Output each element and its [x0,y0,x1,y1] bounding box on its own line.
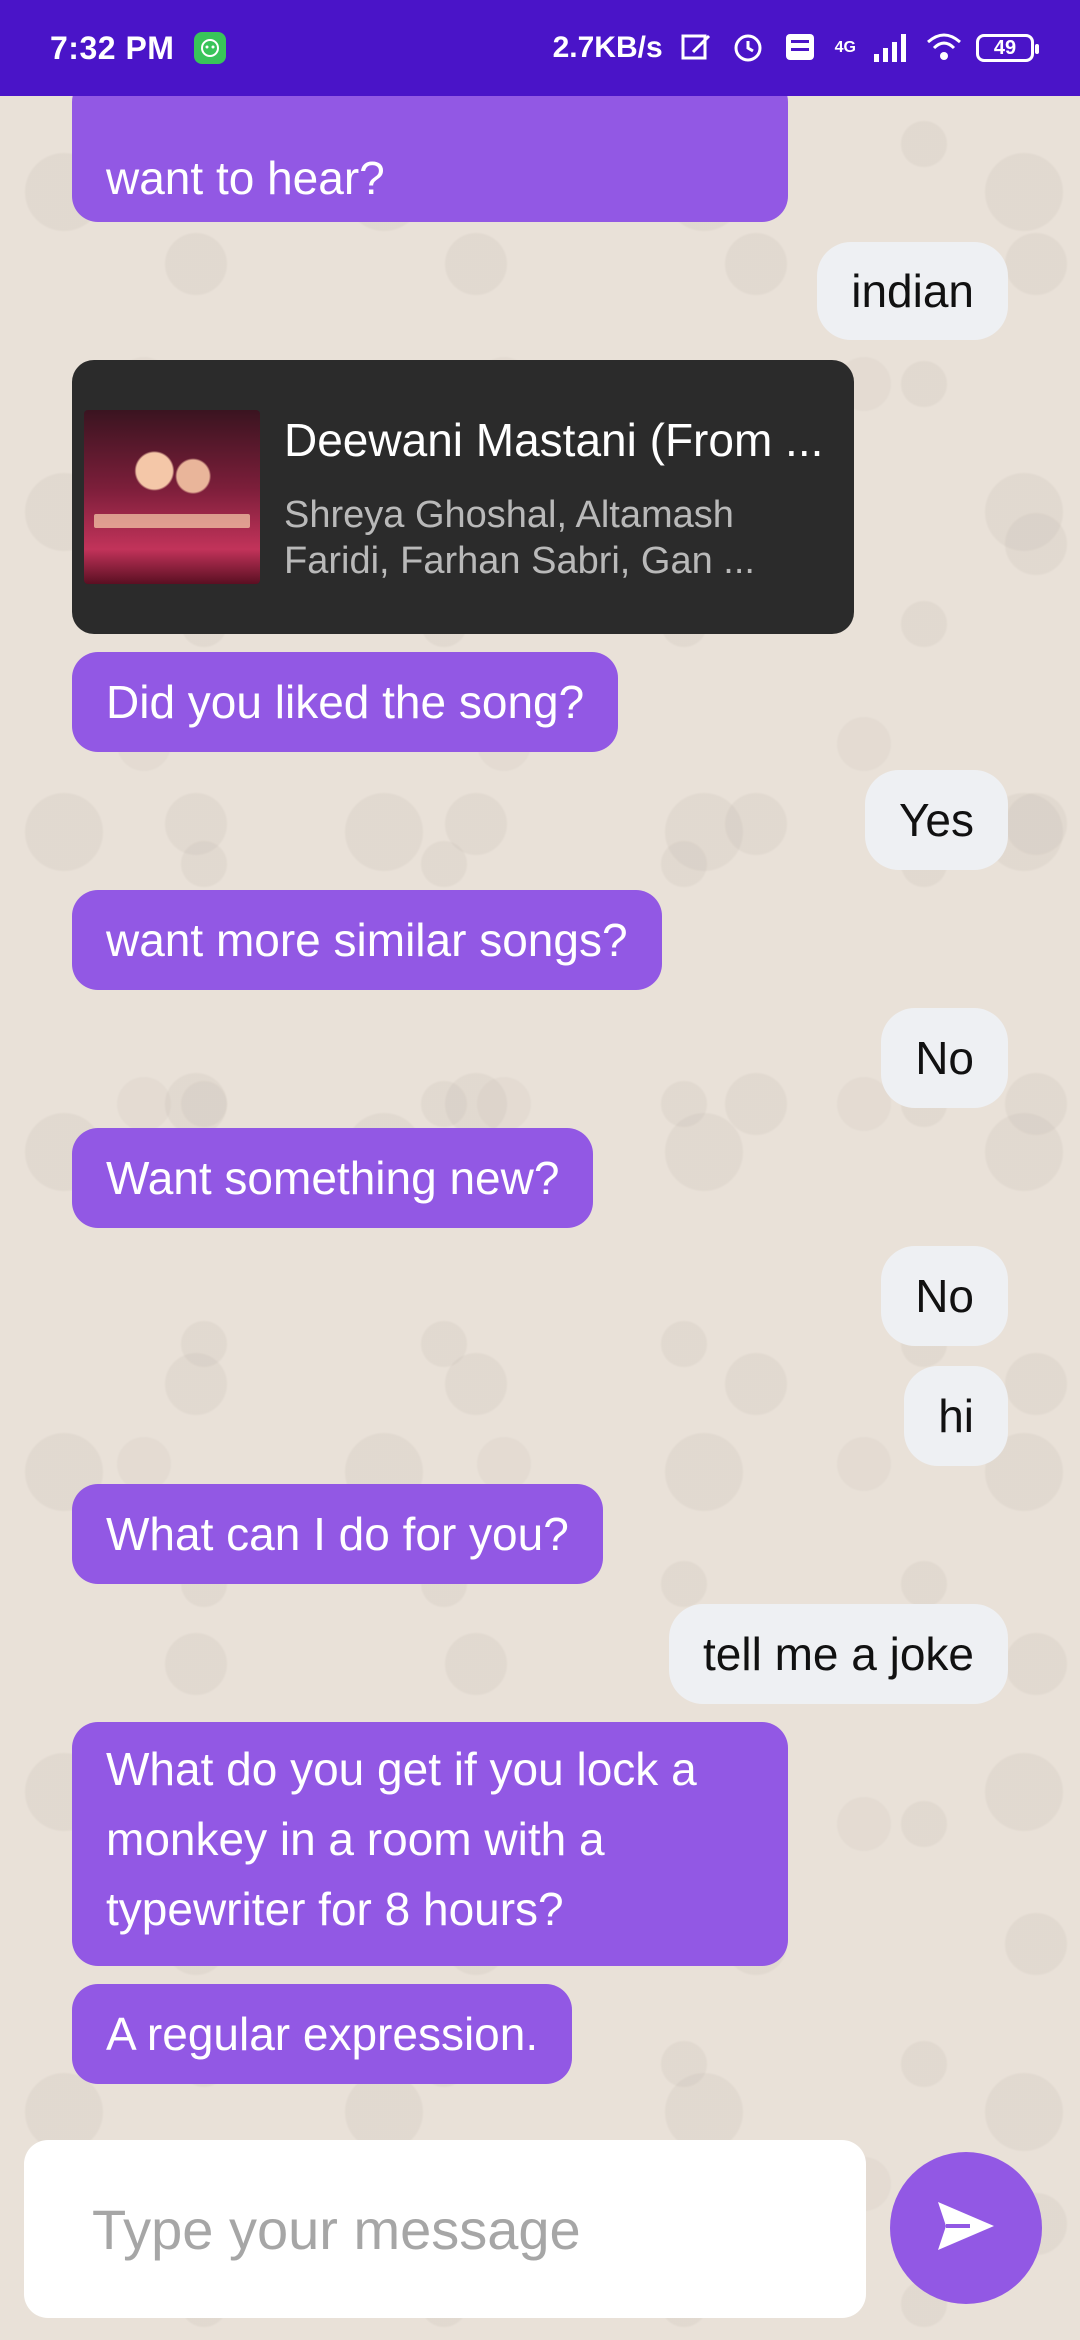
message-text: Want something new? [106,1152,560,1204]
battery-icon: 49 [976,34,1039,62]
song-title: Deewani Mastani (From ... [284,414,824,466]
message-text: hi [938,1390,974,1442]
album-art [84,410,260,584]
message-text: A regular expression. [106,2008,539,2060]
chat-list[interactable]: want to hear? indian Deewani Mastani (Fr… [0,96,1080,2126]
message-input[interactable] [24,2140,866,2318]
message-text: indian [851,265,974,317]
bot-message: Did you liked the song? [72,652,619,752]
message-text: tell me a joke [702,1628,974,1680]
user-message: No [881,1246,1008,1346]
message-text: want more similar songs? [106,914,628,966]
message-text: Yes [898,794,974,846]
message-text: No [915,1270,974,1322]
bot-message: want more similar songs? [72,890,662,990]
status-bar: 7:32 PM 2.7KB/s 4G 49 [0,0,1080,96]
send-icon [934,2198,998,2259]
bot-message: What can I do for you? [72,1484,603,1584]
bot-message: A regular expression. [72,1984,573,2084]
volte-icon [783,30,819,66]
user-message: indian [817,242,1008,340]
app-notification-icon [194,32,227,64]
status-time: 7:32 PM [50,29,175,66]
user-message: tell me a joke [668,1604,1008,1704]
message-text: No [915,1032,974,1084]
signal-icon [872,30,908,66]
message-text: What do you get if you lock a monkey in … [106,1743,697,1935]
user-message: Yes [864,770,1008,870]
song-card[interactable]: Deewani Mastani (From ... Shreya Ghoshal… [72,360,854,634]
net-speed: 2.7KB/s [552,31,663,64]
network-badge: 4G [834,39,856,56]
user-message: No [881,1008,1008,1108]
message-text: Did you liked the song? [106,676,585,728]
bot-message: Want something new? [72,1128,594,1228]
send-button[interactable] [890,2152,1042,2304]
bot-message: What do you get if you lock a monkey in … [72,1722,788,1966]
message-text: What can I do for you? [106,1508,569,1560]
wifi-icon [924,30,961,66]
song-artist: Shreya Ghoshal, Altamash Faridi, Farhan … [284,494,755,582]
alarm-icon [731,30,767,66]
bot-message: want to hear? [72,96,788,222]
user-message: hi [904,1366,1008,1466]
message-text: want to hear? [106,152,385,204]
battery-level: 49 [993,36,1017,59]
edit-icon [679,30,715,66]
